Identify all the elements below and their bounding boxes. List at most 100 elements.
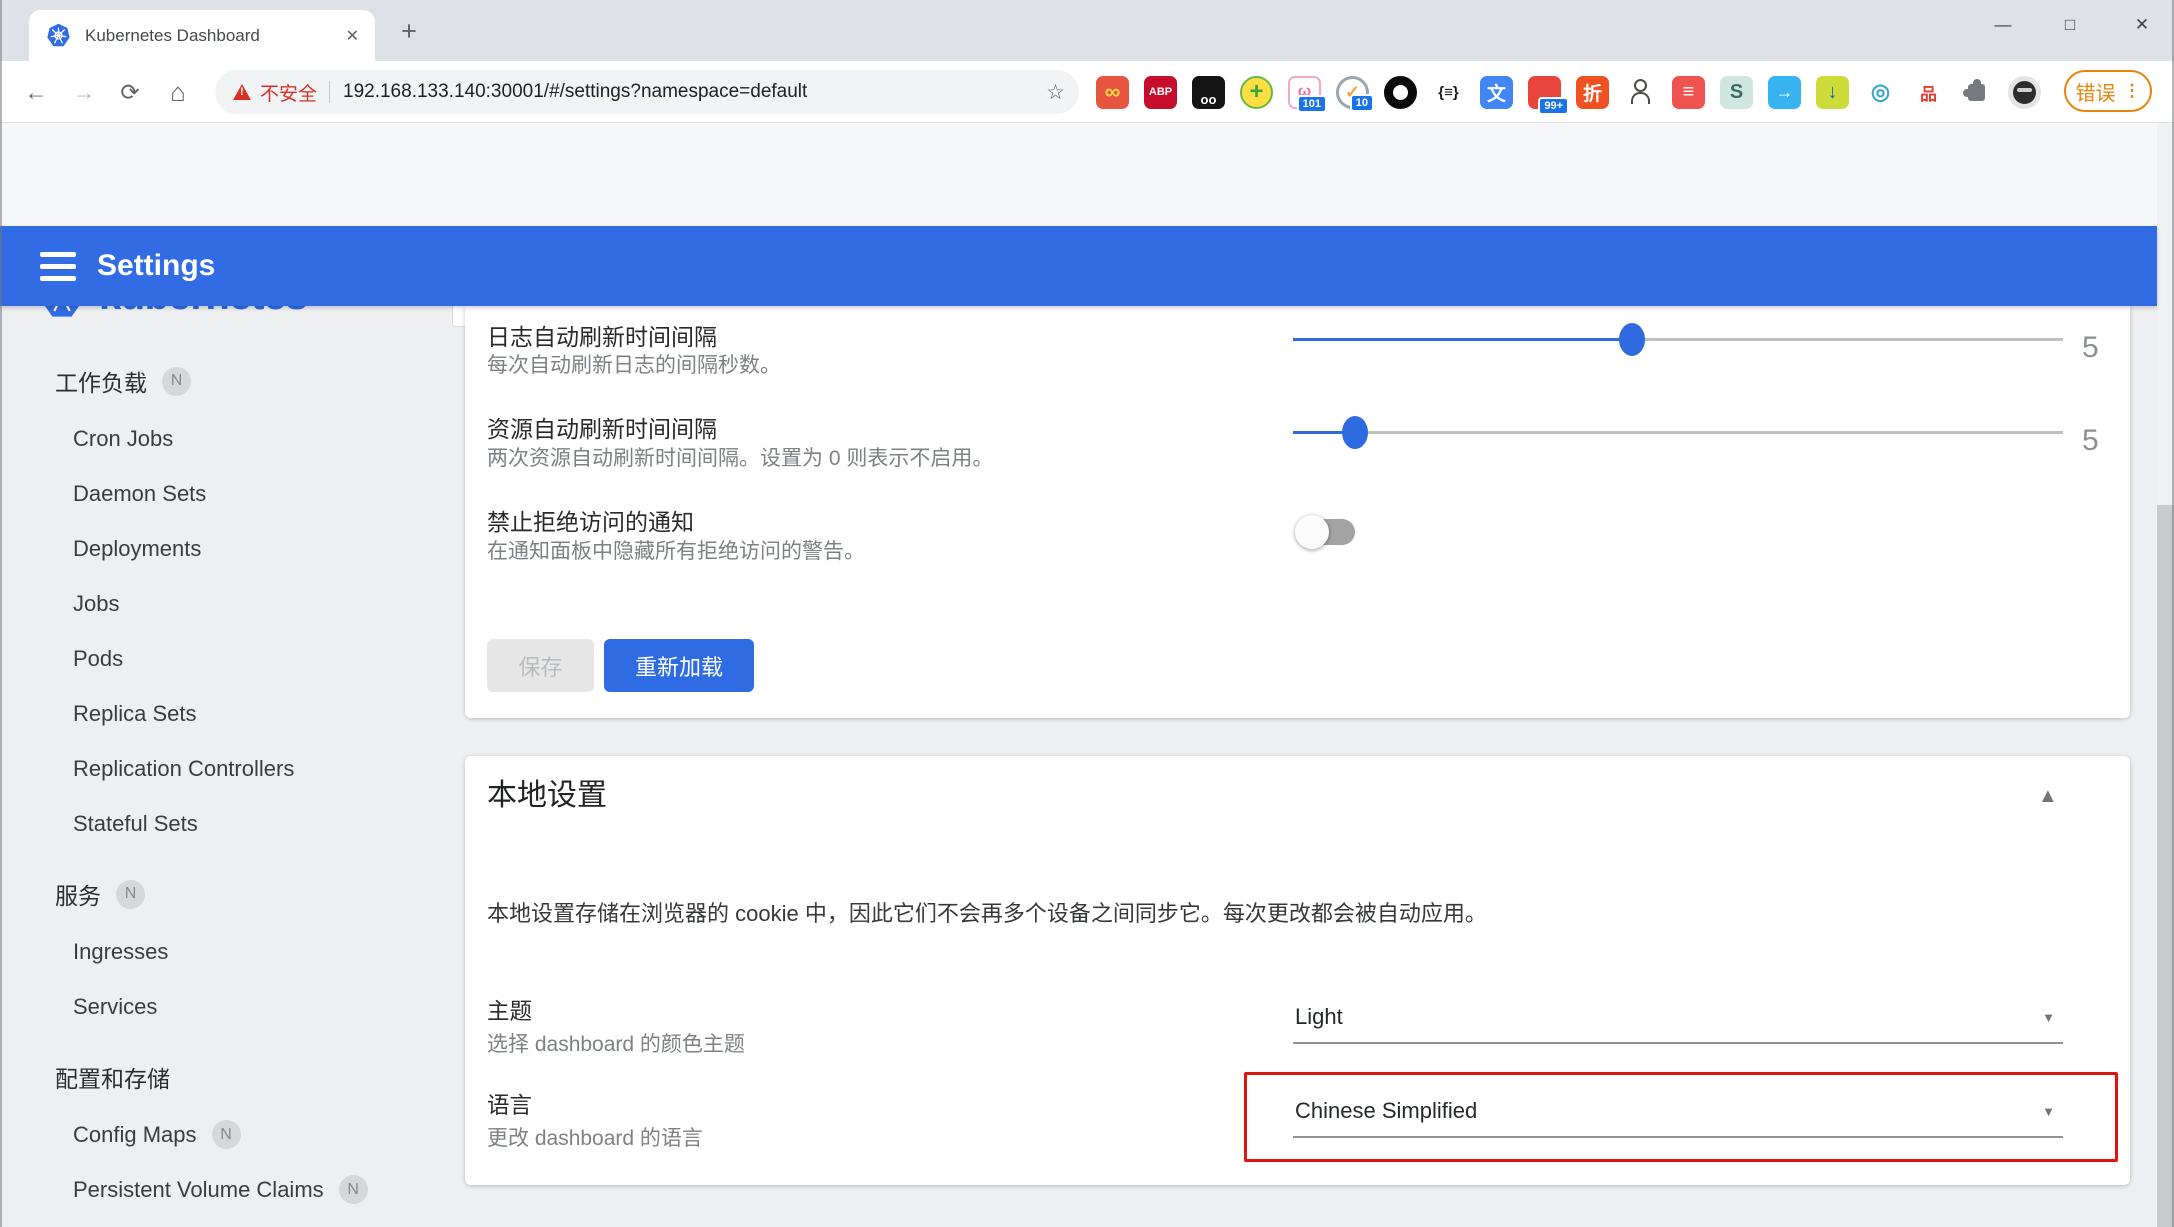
bookmark-star-icon[interactable]: ☆ <box>1046 80 1065 105</box>
theme-desc: 选择 dashboard 的颜色主题 <box>487 1028 745 1058</box>
resource-refresh-desc: 两次资源自动刷新时间间隔。设置为 0 则表示不启用。 <box>487 442 993 472</box>
sidebar-nav: 工作负载NCron JobsDaemon SetsDeploymentsJobs… <box>0 306 462 1227</box>
back-button[interactable]: ← <box>18 74 54 110</box>
sidebar-label: Replica Sets <box>73 701 197 727</box>
ring-extension-icon[interactable] <box>1384 76 1417 109</box>
chrome-error-menu-button[interactable]: 错误 ⋮ <box>2064 70 2152 112</box>
log-refresh-desc: 每次自动刷新日志的间隔秒数。 <box>487 349 781 379</box>
cat-extension-icon[interactable]: ω101 <box>1288 76 1321 109</box>
home-button[interactable]: ⌂ <box>160 74 196 110</box>
notes-extension-icon[interactable]: ≡ <box>1672 76 1705 109</box>
address-bar[interactable]: 不安全 192.168.133.140:30001/#/settings?nam… <box>215 70 1079 114</box>
language-title: 语言 <box>487 1088 532 1120</box>
sidebar-item-config-maps[interactable]: Config MapsN <box>0 1107 462 1162</box>
sidebar-label: 工作负载 <box>55 364 147 398</box>
adblock-plus-extension-icon[interactable]: ABP <box>1144 76 1177 109</box>
disable-notifications-desc: 在通知面板中隐藏所有拒绝访问的警告。 <box>487 535 865 565</box>
new-tab-button[interactable]: + <box>390 12 428 50</box>
annotation-highlight-box <box>1244 1072 2118 1162</box>
sidebar-item-pods[interactable]: Pods <box>0 631 462 686</box>
disable-notifications-title: 禁止拒绝访问的通知 <box>487 503 694 537</box>
tab-title: Kubernetes Dashboard <box>85 26 346 46</box>
clock-extension-icon-badge: 10 <box>1350 94 1374 112</box>
sidebar-label: Ingresses <box>73 939 168 965</box>
sidebar-item-cron-jobs[interactable]: Cron Jobs <box>0 411 462 466</box>
save-button[interactable]: 保存 <box>487 639 594 692</box>
sidebar-item-persistent-volume-claims[interactable]: Persistent Volume Claims N <box>0 1162 462 1217</box>
sidebar-item-replica-sets[interactable]: Replica Sets <box>0 686 462 741</box>
url-text[interactable]: 192.168.133.140:30001/#/settings?namespa… <box>343 81 1046 103</box>
new-badge: N <box>339 1175 368 1204</box>
infinity-extension-icon[interactable]: ∞ <box>1096 76 1129 109</box>
sidebar-label: Daemon Sets <box>73 481 206 507</box>
not-secure-warning-icon[interactable] <box>233 84 251 100</box>
safety-extension-icon[interactable]: + <box>1240 76 1273 109</box>
settings-app-bar <box>0 226 2157 306</box>
window-close-button[interactable]: ✕ <box>2120 8 2164 42</box>
puzzle-extension-icon[interactable] <box>1960 76 1993 109</box>
sidebar-item-stateful-sets[interactable]: Stateful Sets <box>0 796 462 851</box>
zhe-extension-icon[interactable]: 折 <box>1576 76 1609 109</box>
clock-extension-icon[interactable]: ✓10 <box>1336 76 1369 109</box>
log-refresh-value: 5 <box>2082 331 2122 365</box>
braces-extension-icon[interactable]: {≡} <box>1432 76 1465 109</box>
panda-extension-icon[interactable]: oo <box>1192 76 1225 109</box>
log-refresh-title: 日志自动刷新时间间隔 <box>487 318 717 352</box>
sidebar-label: Replication Controllers <box>73 756 294 782</box>
share-extension-icon[interactable]: → <box>1768 76 1801 109</box>
window-minimize-button[interactable]: — <box>1981 8 2025 42</box>
tab-strip: Kubernetes Dashboard ✕ + — □ ✕ <box>0 0 2174 61</box>
sitemap-extension-icon[interactable]: 品 <box>1912 76 1945 109</box>
sidebar-section-配置和存储: 配置和存储 <box>0 1047 462 1107</box>
refresh-button[interactable]: ⟳ <box>112 74 148 110</box>
red-badge-extension-icon-badge: 99+ <box>1538 97 1569 115</box>
translate-extension-icon[interactable]: 文 <box>1480 76 1513 109</box>
address-divider <box>329 81 330 103</box>
sidebar-label: Persistent Volume Claims <box>73 1177 324 1203</box>
sidebar-label: Stateful Sets <box>73 811 198 837</box>
slider-thumb[interactable] <box>1342 416 1368 449</box>
local-settings-description: 本地设置存储在浏览器的 cookie 中，因此它们不会再多个设备之间同步它。每次… <box>487 896 1487 928</box>
sidebar-label: Config Maps <box>73 1122 197 1148</box>
red-badge-extension-icon[interactable]: 99+ <box>1528 76 1561 109</box>
extensions-row: ∞ ABP oo + ω101 ✓10 {≡} 文 99+ 折 ≡ S → ↓ ◎ 品 <box>1096 71 2041 113</box>
resource-refresh-title: 资源自动刷新时间间隔 <box>487 410 717 444</box>
browser-toolbar: ← → ⟳ ⌂ 不安全 192.168.133.140:30001/#/sett… <box>0 61 2174 123</box>
cat-extension-icon-badge: 101 <box>1297 95 1327 113</box>
select-underline <box>1293 1042 2063 1044</box>
log-refresh-slider[interactable] <box>1293 323 2063 357</box>
sidebar-item-daemon-sets[interactable]: Daemon Sets <box>0 466 462 521</box>
disable-notifications-toggle[interactable] <box>1295 514 1359 550</box>
sidebar-item-services[interactable]: Services <box>0 979 462 1034</box>
theme-select[interactable]: Light ▼ <box>1293 996 2063 1044</box>
sidebar-item-jobs[interactable]: Jobs <box>0 576 462 631</box>
resource-refresh-slider[interactable] <box>1293 416 2063 450</box>
resource-refresh-value: 5 <box>2082 424 2122 458</box>
window-maximize-button[interactable]: □ <box>2048 8 2092 42</box>
ninja-extension-icon[interactable] <box>2008 76 2041 109</box>
kubernetes-favicon-icon <box>46 23 71 48</box>
hamburger-menu-icon[interactable] <box>40 252 76 281</box>
new-badge: N <box>116 880 145 909</box>
sidebar-section-服务: 服务N <box>0 864 462 924</box>
sidebar-item-deployments[interactable]: Deployments <box>0 521 462 576</box>
sidebar-item-ingresses[interactable]: Ingresses <box>0 924 462 979</box>
sidebar-item-replication-controllers[interactable]: Replication Controllers <box>0 741 462 796</box>
slider-thumb[interactable] <box>1619 323 1645 356</box>
collapse-arrow-icon[interactable]: ▲ <box>2038 785 2058 808</box>
more-menu-icon: ⋮ <box>2124 81 2141 101</box>
dashboard-header: kubernetes default ▼ 搜索 + <box>0 123 2157 226</box>
download-extension-icon[interactable]: ↓ <box>1816 76 1849 109</box>
sidebar-section-工作负载: 工作负载N <box>0 351 462 411</box>
theme-title: 主题 <box>487 994 532 1026</box>
person-extension-icon[interactable] <box>1624 76 1657 109</box>
sidebar-label: Cron Jobs <box>73 426 173 452</box>
tab-close-icon[interactable]: ✕ <box>346 26 359 46</box>
s-extension-icon[interactable]: S <box>1720 76 1753 109</box>
web-extension-icon[interactable]: ◎ <box>1864 76 1897 109</box>
toggle-knob[interactable] <box>1295 515 1329 549</box>
browser-tab[interactable]: Kubernetes Dashboard ✕ <box>29 10 375 61</box>
reload-button[interactable]: 重新加载 <box>604 639 754 692</box>
sidebar-label: Jobs <box>73 591 119 617</box>
forward-button[interactable]: → <box>66 74 102 110</box>
